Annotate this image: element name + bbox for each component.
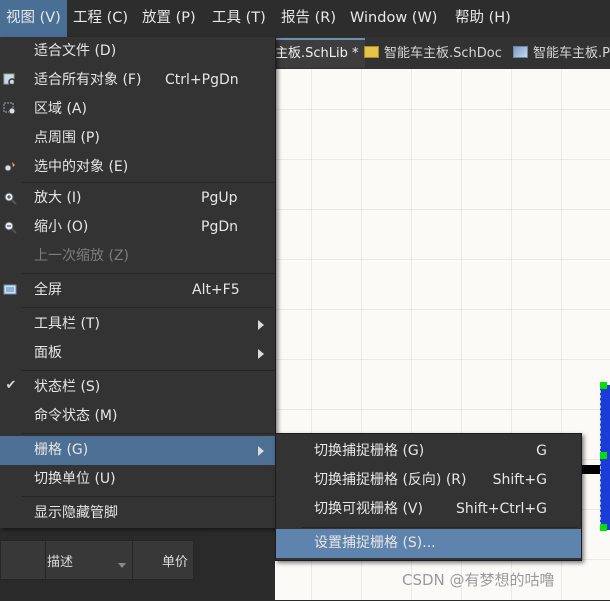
menu-item-label: 全屏: [34, 282, 62, 298]
menu-bar: 视图 (V) 工程 (C) 放置 (P) 工具 (T) 报告 (R) Windo…: [0, 0, 610, 38]
menu-item-label: 上一次缩放 (Z): [34, 248, 129, 264]
menu-tools[interactable]: 工具 (T): [206, 0, 272, 37]
menu-item-shortcut: PgUp: [201, 190, 238, 206]
menu-item-command-status[interactable]: 命令状态 (M): [0, 402, 275, 431]
submenu-item-toggle-snap-grid-reverse[interactable]: 切换捕捉栅格 (反向) (R) Shift+G: [276, 466, 581, 495]
menu-separator: [22, 182, 274, 183]
menu-item-toggle-units[interactable]: 切换单位 (U): [0, 465, 275, 494]
column-description[interactable]: 描述: [47, 551, 73, 570]
schdoc-icon: [364, 46, 379, 58]
menu-item-around-point[interactable]: 点周围 (P): [0, 124, 275, 153]
grid-submenu: 切换捕捉栅格 (G) G 切换捕捉栅格 (反向) (R) Shift+G 切换可…: [275, 433, 582, 561]
menu-item-panels[interactable]: 面板: [0, 339, 275, 368]
zoom-selected-icon: [4, 162, 15, 172]
menu-item-shortcut: Ctrl+PgDn: [165, 72, 239, 88]
menu-item-label: 状态栏 (S): [34, 379, 101, 395]
tab-schlib-label: 主板.SchLib *: [275, 46, 359, 61]
menu-item-label: 切换单位 (U): [34, 471, 116, 487]
menu-reports[interactable]: 报告 (R): [275, 0, 342, 37]
menu-separator: [22, 370, 274, 371]
document-tabs: 主板.SchLib * 智能车主板.SchDoc 智能车主板.P: [269, 37, 610, 69]
pcb-icon: [513, 46, 528, 58]
submenu-item-label: 切换捕捉栅格 (G): [314, 443, 425, 459]
menu-item-label: 面板: [34, 345, 62, 361]
menu-separator: [302, 527, 577, 528]
menu-help[interactable]: 帮助 (H): [449, 0, 517, 37]
menu-item-fit-document[interactable]: 适合文件 (D): [0, 37, 275, 66]
submenu-item-shortcut: Shift+Ctrl+G: [455, 501, 547, 517]
menu-separator: [22, 307, 274, 308]
menu-item-label: 缩小 (O): [34, 219, 89, 235]
submenu-item-label: 切换可视栅格 (V): [314, 501, 423, 517]
menu-item-fullscreen[interactable]: 全屏 Alt+F5: [0, 276, 275, 305]
menu-item-toolbars[interactable]: 工具栏 (T): [0, 310, 275, 339]
menu-item-fit-all-objects[interactable]: 适合所有对象 (F) Ctrl+PgDn: [0, 66, 275, 95]
menu-separator: [22, 273, 274, 274]
bottom-panel: 描述 单价: [0, 526, 207, 601]
tab-schlib[interactable]: 主板.SchLib *: [269, 38, 365, 68]
component-pin[interactable]: [600, 382, 607, 389]
submenu-item-set-snap-grid[interactable]: 设置捕捉栅格 (S)...: [276, 529, 581, 558]
fit-all-icon: [3, 73, 16, 86]
menu-item-label: 点周围 (P): [34, 130, 100, 146]
menu-window[interactable]: Window (W): [344, 0, 443, 37]
tab-schdoc[interactable]: 智能车主板.SchDoc: [358, 40, 508, 68]
fullscreen-icon: [3, 284, 17, 295]
menu-item-label: 工具栏 (T): [34, 316, 100, 332]
menu-item-area[interactable]: 区域 (A): [0, 95, 275, 124]
table-header: 描述 单价: [0, 540, 194, 580]
tab-pcb[interactable]: 智能车主板.P: [507, 40, 610, 68]
menu-item-label: 命令状态 (M): [34, 408, 118, 424]
menu-item-shortcut: Alt+F5: [192, 282, 240, 298]
submenu-arrow-icon: [258, 349, 264, 359]
submenu-item-label: 设置捕捉栅格 (S)...: [314, 535, 436, 551]
zoom-area-icon: [3, 102, 16, 115]
menu-item-label: 区域 (A): [34, 101, 87, 117]
submenu-item-toggle-visible-grid[interactable]: 切换可视栅格 (V) Shift+Ctrl+G: [276, 495, 581, 524]
zoom-out-icon: [4, 221, 17, 234]
view-menu: 适合文件 (D) 适合所有对象 (F) Ctrl+PgDn 区域 (A) 点周围…: [0, 37, 276, 528]
column-divider[interactable]: [132, 541, 133, 579]
menu-item-label: 显示隐藏管脚: [34, 505, 118, 521]
zoom-in-icon: [4, 192, 17, 205]
submenu-arrow-icon: [258, 446, 264, 456]
menu-place[interactable]: 放置 (P): [136, 0, 202, 37]
menu-item-show-hidden-pins[interactable]: 显示隐藏管脚: [0, 499, 275, 528]
menu-item-shortcut: PgDn: [201, 219, 238, 235]
menu-separator: [22, 496, 274, 497]
menu-view[interactable]: 视图 (V): [0, 0, 67, 37]
checkmark-icon: ✔: [5, 378, 17, 393]
menu-item-grids[interactable]: 栅格 (G): [0, 436, 275, 465]
menu-item-label: 放大 (I): [34, 190, 82, 206]
menu-project[interactable]: 工程 (C): [67, 0, 134, 37]
submenu-item-label: 切换捕捉栅格 (反向) (R): [314, 472, 467, 488]
component-pin[interactable]: [600, 524, 607, 531]
menu-item-label: 栅格 (G): [34, 442, 89, 458]
menu-item-label: 适合所有对象 (F): [34, 72, 142, 88]
submenu-item-shortcut: G: [536, 443, 547, 459]
menu-item-selected-objects[interactable]: 选中的对象 (E): [0, 153, 275, 182]
submenu-item-shortcut: Shift+G: [492, 472, 547, 488]
submenu-item-toggle-snap-grid[interactable]: 切换捕捉栅格 (G) G: [276, 437, 581, 466]
watermark: CSDN @有梦想的咕噜: [402, 571, 555, 589]
tab-schdoc-label: 智能车主板.SchDoc: [384, 46, 502, 61]
menu-item-label: 适合文件 (D): [34, 43, 117, 59]
menu-separator: [22, 433, 274, 434]
menu-item-label: 选中的对象 (E): [34, 159, 129, 175]
column-divider[interactable]: [45, 541, 46, 579]
sort-arrow-icon[interactable]: [118, 563, 126, 568]
component-pin[interactable]: [600, 452, 607, 459]
menu-item-zoom-out[interactable]: 缩小 (O) PgDn: [0, 213, 275, 242]
menu-item-status-bar[interactable]: ✔ 状态栏 (S): [0, 373, 275, 402]
column-unit-price[interactable]: 单价: [162, 551, 188, 570]
submenu-arrow-icon: [258, 320, 264, 330]
tab-pcb-label: 智能车主板.P: [533, 46, 610, 61]
menu-item-previous-zoom: 上一次缩放 (Z): [0, 242, 275, 271]
menu-item-zoom-in[interactable]: 放大 (I) PgUp: [0, 184, 275, 213]
